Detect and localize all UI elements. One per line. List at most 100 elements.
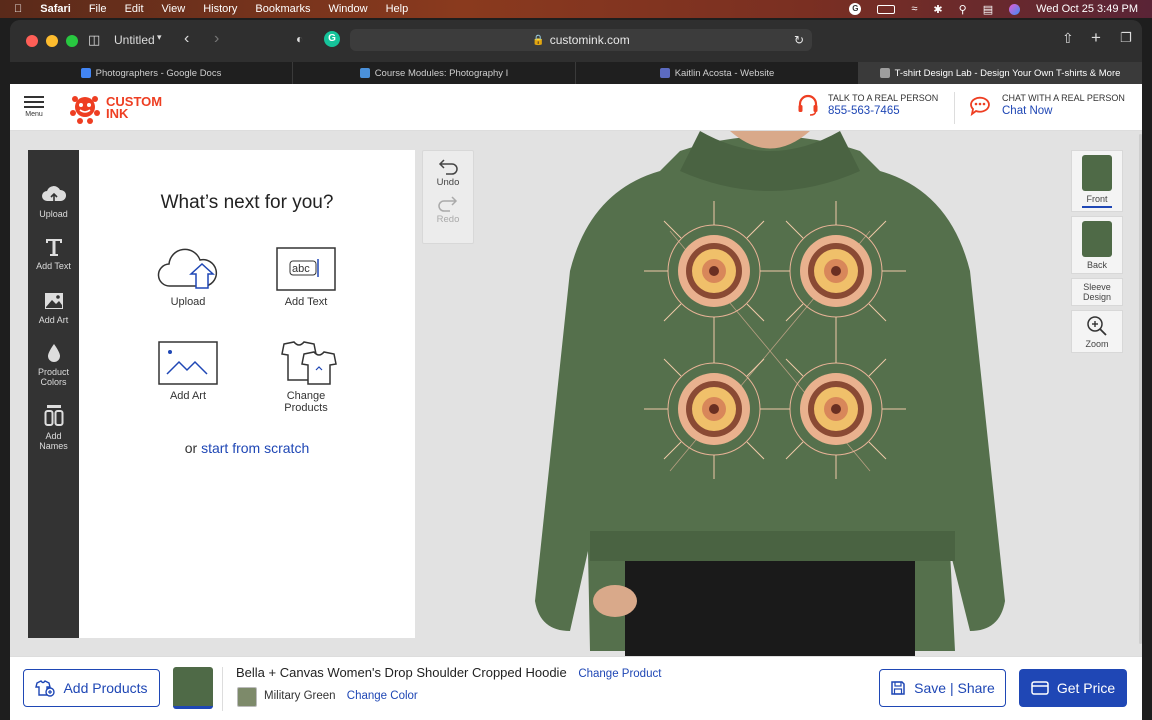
privacy-shield-icon[interactable]: ◐ bbox=[296, 32, 303, 46]
page-scrollbar[interactable] bbox=[1139, 134, 1142, 644]
control-center-icon[interactable]: ▤ bbox=[983, 3, 993, 16]
add-products-button[interactable]: Add Products bbox=[23, 669, 160, 707]
view-back[interactable]: Back bbox=[1071, 216, 1123, 274]
undo-icon bbox=[438, 159, 458, 175]
option-label: Add Text bbox=[284, 296, 328, 308]
menubar-view[interactable]: View bbox=[162, 3, 186, 15]
safari-window: ◫ Untitled ▾ ‹ › ◐ G 🔒 customink.com ↻ ⇧… bbox=[10, 20, 1142, 720]
option-label: Upload bbox=[170, 296, 206, 308]
save-share-button[interactable]: Save | Share bbox=[879, 669, 1006, 707]
menubar-clock[interactable]: Wed Oct 25 3:49 PM bbox=[1036, 3, 1138, 15]
bluetooth-icon[interactable]: ✱ bbox=[933, 3, 942, 16]
tab-website[interactable]: Kaitlin Acosta - Website bbox=[576, 62, 859, 84]
zoom-in-icon bbox=[1087, 316, 1107, 336]
tab-label: T-shirt Design Lab - Design Your Own T-s… bbox=[894, 67, 1121, 79]
undo-label: Undo bbox=[436, 177, 460, 188]
option-change-products[interactable]: Change Products bbox=[261, 340, 351, 414]
close-window-button[interactable] bbox=[26, 35, 38, 47]
view-label: Zoom bbox=[1085, 339, 1109, 349]
rail-upload[interactable]: Upload bbox=[28, 184, 79, 219]
product-name-row: Bella + Canvas Women's Drop Shoulder Cro… bbox=[236, 665, 661, 680]
menubar-history[interactable]: History bbox=[203, 3, 237, 15]
redo-button[interactable]: Redo bbox=[423, 194, 473, 225]
tab-label: Photographers - Google Docs bbox=[95, 67, 222, 79]
tab-course-modules[interactable]: Course Modules: Photography I bbox=[293, 62, 576, 84]
tab-overview-icon[interactable]: ❐ bbox=[1120, 30, 1132, 46]
rail-label: Add Names bbox=[39, 431, 68, 451]
phone-link[interactable]: 855-563-7465 bbox=[828, 105, 938, 117]
menubar-edit[interactable]: Edit bbox=[125, 3, 144, 15]
minimize-window-button[interactable] bbox=[46, 35, 58, 47]
lock-icon: 🔒 bbox=[532, 34, 545, 46]
get-price-label: Get Price bbox=[1056, 680, 1116, 696]
menubar-help[interactable]: Help bbox=[386, 3, 409, 15]
chevron-down-icon[interactable]: ▾ bbox=[157, 32, 162, 43]
battery-icon[interactable] bbox=[877, 4, 896, 14]
spotlight-search-icon[interactable]: ⚲ bbox=[959, 3, 967, 16]
grammarly-icon[interactable]: G bbox=[849, 3, 862, 15]
jersey-number-icon bbox=[44, 405, 63, 426]
rail-add-art[interactable]: Add Art bbox=[28, 290, 79, 325]
product-thumbnail[interactable] bbox=[173, 667, 213, 709]
reload-icon[interactable]: ↻ bbox=[794, 33, 804, 47]
menu-button[interactable]: Menu bbox=[22, 96, 46, 118]
tab-design-lab[interactable]: T-shirt Design Lab - Design Your Own T-s… bbox=[859, 62, 1142, 84]
undo-button[interactable]: Undo bbox=[423, 157, 473, 188]
talk-to-person[interactable]: TALK TO A REAL PERSON 855-563-7465 bbox=[796, 93, 938, 117]
website-icon bbox=[659, 68, 670, 78]
add-product-icon bbox=[35, 680, 56, 697]
product-footer: Add Products Bella + Canvas Women's Drop… bbox=[10, 656, 1142, 720]
menubar-window[interactable]: Window bbox=[328, 3, 367, 15]
rail-add-names[interactable]: Add Names bbox=[28, 404, 79, 451]
footer-divider bbox=[222, 667, 223, 711]
customink-logo[interactable]: CUSTOM INK bbox=[68, 91, 162, 125]
grammarly-extension-icon[interactable]: G bbox=[324, 31, 340, 47]
upload-cloud-icon bbox=[157, 248, 218, 289]
rail-add-text[interactable]: Add Text bbox=[28, 236, 79, 271]
new-tab-icon[interactable]: + bbox=[1091, 28, 1101, 48]
start-from-scratch-link[interactable]: start from scratch bbox=[201, 440, 309, 456]
change-product-link[interactable]: Change Product bbox=[578, 668, 661, 680]
option-label: Change Products bbox=[284, 390, 328, 414]
get-price-button[interactable]: Get Price bbox=[1019, 669, 1127, 707]
option-upload[interactable]: Upload bbox=[143, 246, 233, 308]
color-swatch[interactable] bbox=[237, 687, 257, 707]
panel-title: What’s next for you? bbox=[160, 192, 334, 213]
zoom-button[interactable]: Zoom bbox=[1071, 310, 1123, 353]
customink-mascot-icon bbox=[70, 96, 100, 124]
color-name: Military Green bbox=[264, 690, 336, 702]
logo-line-2: INK bbox=[106, 106, 129, 121]
change-color-link[interactable]: Change Color bbox=[347, 690, 418, 702]
save-share-label: Save | Share bbox=[914, 680, 995, 696]
forward-button[interactable]: › bbox=[214, 30, 219, 48]
option-add-text[interactable]: abc Add Text bbox=[261, 246, 351, 308]
customink-tab-icon bbox=[879, 68, 890, 78]
sidebar-toggle-icon[interactable]: ◫ bbox=[88, 32, 100, 48]
menubar-app-name[interactable]: Safari bbox=[40, 3, 71, 15]
tab-label: Course Modules: Photography I bbox=[374, 67, 509, 79]
tab-group-label[interactable]: Untitled bbox=[114, 33, 155, 47]
option-add-art[interactable]: Add Art bbox=[143, 340, 233, 402]
view-sleeve-design[interactable]: Sleeve Design bbox=[1071, 278, 1123, 306]
tab-google-docs[interactable]: Photographers - Google Docs bbox=[10, 62, 293, 84]
google-docs-icon bbox=[80, 68, 91, 78]
share-icon[interactable]: ⇧ bbox=[1062, 30, 1074, 47]
view-front[interactable]: Front bbox=[1071, 150, 1123, 212]
back-button[interactable]: ‹ bbox=[184, 30, 189, 48]
siri-icon[interactable] bbox=[1009, 3, 1021, 15]
scratch-prefix: or bbox=[184, 440, 202, 456]
view-label: Back bbox=[1086, 260, 1107, 270]
tab-label: Kaitlin Acosta - Website bbox=[674, 67, 775, 79]
wifi-icon[interactable]: ≈ bbox=[911, 3, 917, 15]
headset-icon bbox=[798, 94, 818, 116]
menubar-file[interactable]: File bbox=[89, 3, 107, 15]
apple-icon[interactable]:  bbox=[14, 3, 22, 15]
macos-menubar:  Safari File Edit View History Bookmark… bbox=[0, 0, 1152, 18]
chat-with-person[interactable]: CHAT WITH A REAL PERSON Chat Now bbox=[968, 93, 1125, 117]
address-bar[interactable]: 🔒 customink.com ↻ bbox=[350, 29, 812, 51]
zoom-window-button[interactable] bbox=[66, 35, 78, 47]
product-preview[interactable] bbox=[530, 131, 1010, 656]
menubar-bookmarks[interactable]: Bookmarks bbox=[255, 3, 310, 15]
chat-now-link[interactable]: Chat Now bbox=[1002, 105, 1125, 117]
rail-product-colors[interactable]: Product Colors bbox=[28, 342, 79, 387]
